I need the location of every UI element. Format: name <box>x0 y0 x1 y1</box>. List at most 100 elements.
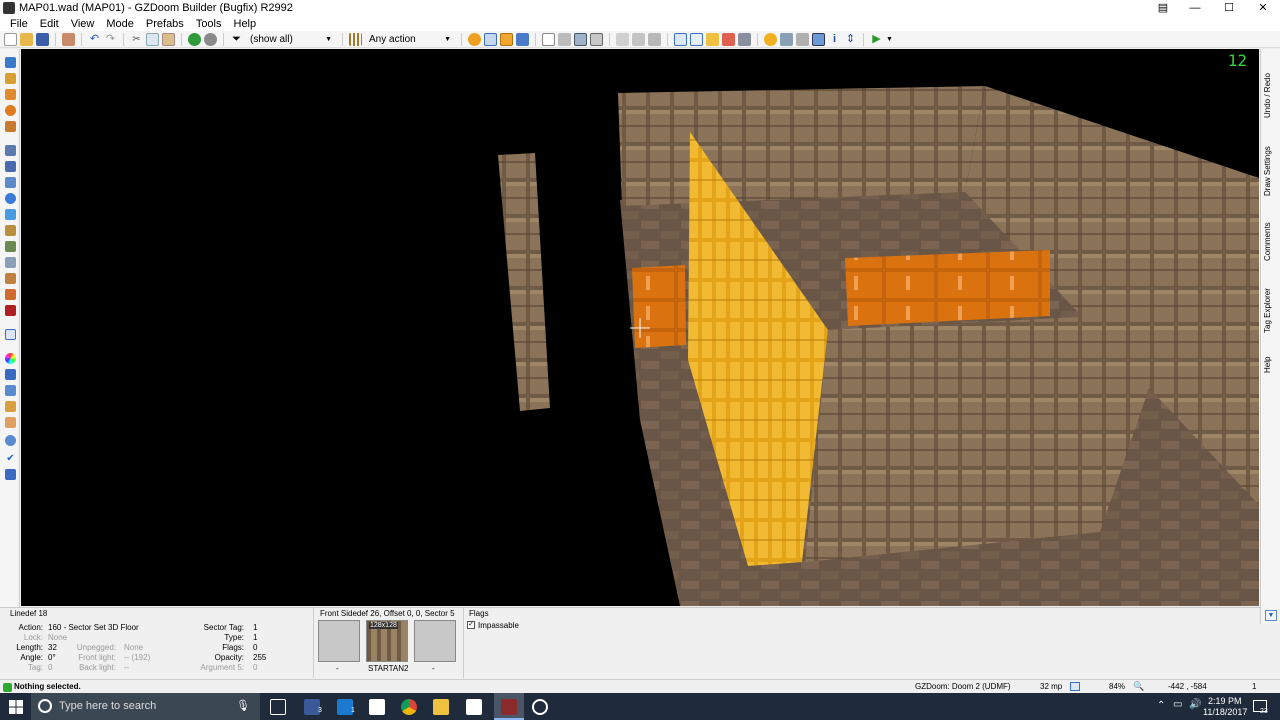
clock-time[interactable]: 2:19 PM <box>1208 696 1242 706</box>
menu-tools[interactable]: Tools <box>190 18 228 30</box>
sectors-mode-icon[interactable] <box>5 177 16 188</box>
auto-align-icon[interactable] <box>722 32 735 46</box>
view-ceiling-textures-icon[interactable] <box>590 32 603 46</box>
visual-mode-icon[interactable] <box>5 329 16 340</box>
tab-help[interactable]: Help <box>1263 353 1279 377</box>
cut-geometry-icon[interactable] <box>616 32 629 46</box>
doom-visual-icon[interactable] <box>5 305 16 316</box>
ceiling-texture-icon[interactable] <box>5 241 16 252</box>
draw-rectangle-icon[interactable] <box>5 89 16 100</box>
zoom-icon[interactable]: 🔍 <box>1133 681 1144 692</box>
auto-merge-icon[interactable] <box>706 32 719 46</box>
draw-grid-icon[interactable] <box>5 121 16 132</box>
task-view-icon[interactable] <box>270 699 286 715</box>
grid-toggle-icon[interactable] <box>674 32 687 46</box>
windows-start-icon[interactable] <box>9 700 23 714</box>
menu-edit[interactable]: Edit <box>34 18 65 30</box>
paste-icon[interactable] <box>162 32 175 46</box>
menu-file[interactable]: File <box>4 18 34 30</box>
mail-icon[interactable] <box>369 699 385 715</box>
insert-previous-prefab-icon[interactable] <box>204 32 217 46</box>
view-brightness-levels-icon[interactable] <box>558 32 571 46</box>
texture-swatch-lower[interactable] <box>414 620 456 662</box>
lights-icon[interactable] <box>764 32 777 46</box>
bridge-icon[interactable] <box>5 401 16 412</box>
triangulate-icon[interactable] <box>5 385 16 396</box>
tab-undo-redo[interactable]: Undo / Redo <box>1263 71 1279 121</box>
script-editor-icon[interactable] <box>5 469 16 480</box>
highlight-view-icon[interactable] <box>500 32 513 46</box>
copy-geometry-icon[interactable] <box>632 32 645 46</box>
minimize-button[interactable]: — <box>1178 0 1212 16</box>
texture-swatch-middle[interactable]: 128x128 <box>366 620 408 662</box>
test-map-icon[interactable]: ▶ <box>870 33 883 46</box>
things-mode-icon[interactable] <box>5 193 16 204</box>
map-options-icon[interactable] <box>62 32 75 46</box>
redo-icon[interactable]: ↷ <box>104 33 117 46</box>
menu-help[interactable]: Help <box>228 18 263 30</box>
vertices-mode-icon[interactable] <box>5 145 16 156</box>
grid-size-label[interactable]: 32 mp <box>1040 682 1062 691</box>
info-icon[interactable]: i <box>828 33 841 46</box>
draw-curve-icon[interactable] <box>5 73 16 84</box>
network-icon[interactable]: ▭ <box>1173 699 1182 710</box>
tab-draw-settings[interactable]: Draw Settings <box>1263 145 1279 197</box>
clock-date[interactable]: 11/18/2017 <box>1203 707 1247 717</box>
draw-lines-icon[interactable] <box>5 57 16 68</box>
things-filter-select[interactable]: (show all) ▼ <box>246 32 336 46</box>
fog-icon[interactable] <box>796 32 809 46</box>
tab-comments[interactable]: Comments <box>1263 221 1279 263</box>
draw-ellipse-icon[interactable] <box>5 105 16 116</box>
stair-builder-icon[interactable] <box>5 417 16 428</box>
maximize-button[interactable]: ☐ <box>1212 0 1246 16</box>
linedef-action-select[interactable]: Any action ▼ <box>365 32 455 46</box>
menu-view[interactable]: View <box>65 18 101 30</box>
view-wireframe-icon[interactable] <box>542 32 555 46</box>
menu-prefabs[interactable]: Prefabs <box>140 18 190 30</box>
extra-window-icon[interactable]: ▤ <box>1148 0 1178 16</box>
gradient-brightness-icon[interactable] <box>5 257 16 268</box>
sound-environment-icon[interactable] <box>5 289 16 300</box>
grid-view-icon[interactable] <box>484 32 497 46</box>
sky-icon[interactable] <box>812 32 825 46</box>
grid-settings-icon[interactable] <box>1070 682 1080 691</box>
paste-geometry-icon[interactable] <box>648 32 661 46</box>
copy-icon[interactable] <box>146 32 159 46</box>
tray-chevron-up-icon[interactable]: ⌃ <box>1157 700 1165 711</box>
file-explorer-icon[interactable] <box>433 699 449 715</box>
align-icon[interactable]: ⇕ <box>844 33 857 46</box>
chrome-icon[interactable] <box>401 699 417 715</box>
linedefs-mode-icon[interactable] <box>5 161 16 172</box>
insert-prefab-icon[interactable] <box>188 32 201 46</box>
snap-grid-icon[interactable] <box>690 32 703 46</box>
action-filter-icon[interactable] <box>349 32 362 46</box>
models-icon[interactable] <box>780 32 793 46</box>
chevron-down-icon[interactable]: ▼ <box>886 36 893 43</box>
store-icon[interactable] <box>466 699 482 715</box>
terrain-icon[interactable] <box>5 369 16 380</box>
color-picker-icon[interactable] <box>5 353 16 364</box>
new-map-icon[interactable] <box>4 32 17 46</box>
game-config-label[interactable]: GZDoom: Doom 2 (UDMF) <box>915 682 1011 691</box>
view-floor-textures-icon[interactable] <box>574 32 587 46</box>
impassable-checkbox[interactable]: ✓ <box>467 621 475 629</box>
check-map-icon[interactable]: ✔ <box>5 453 16 464</box>
floor-texture-icon[interactable] <box>5 225 16 236</box>
microphone-icon[interactable]: 🎙 <box>236 699 250 712</box>
make-sectors-icon[interactable] <box>5 209 16 220</box>
visual-mode-icon[interactable] <box>738 32 751 46</box>
texture-swatch-upper[interactable] <box>318 620 360 662</box>
open-map-icon[interactable] <box>20 32 33 46</box>
volume-icon[interactable]: 🔊 <box>1189 699 1201 710</box>
zoom-label[interactable]: 84% <box>1109 682 1125 691</box>
fullscreen-icon[interactable] <box>516 32 529 46</box>
cut-icon[interactable]: ✂ <box>130 33 143 46</box>
find-replace-icon[interactable] <box>5 435 16 446</box>
visual-3d-viewport[interactable]: 12 <box>21 49 1259 606</box>
close-button[interactable]: ✕ <box>1246 0 1280 16</box>
undo-icon[interactable]: ↶ <box>88 33 101 46</box>
app-circle-icon[interactable] <box>532 699 548 715</box>
filter-icon[interactable]: ⏷ <box>230 33 243 46</box>
sound-propagation-icon[interactable] <box>5 273 16 284</box>
save-map-icon[interactable] <box>36 32 49 46</box>
